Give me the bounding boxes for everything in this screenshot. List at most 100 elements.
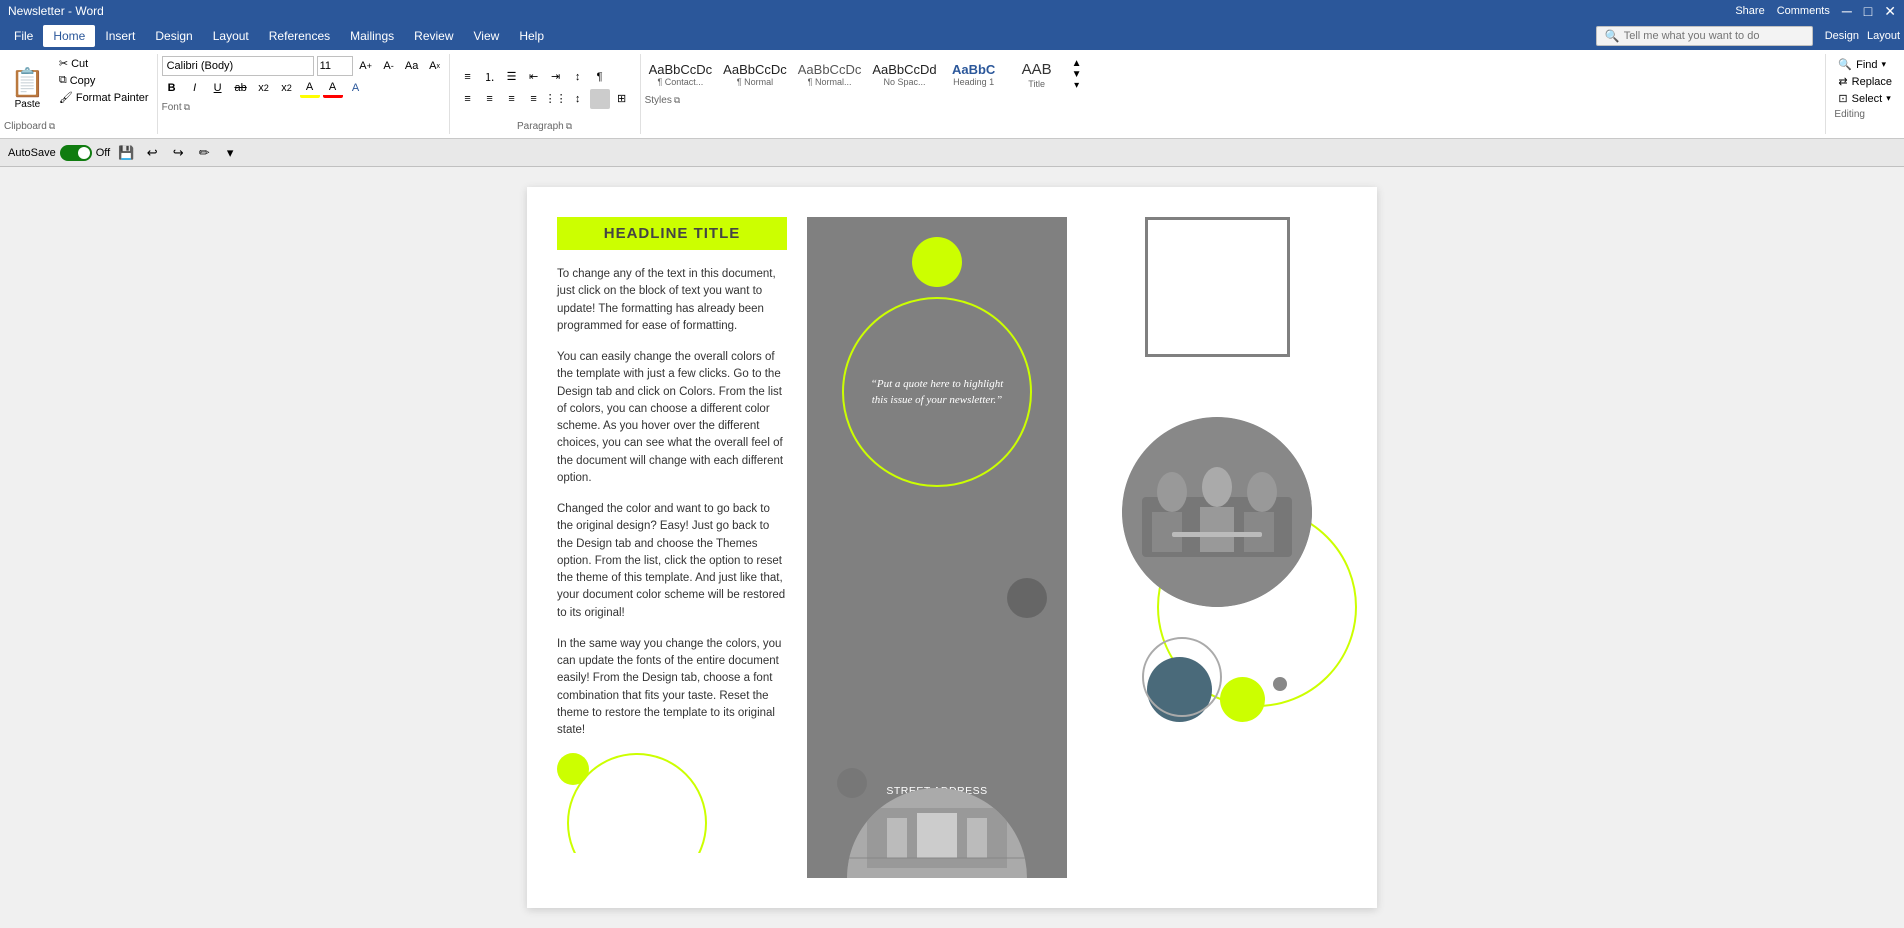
- styles-expand-icon[interactable]: ⧉: [674, 95, 680, 106]
- close-button[interactable]: ✕: [1884, 3, 1896, 20]
- line-spacing-button[interactable]: ↕: [568, 89, 588, 109]
- align-right-button[interactable]: ≡: [502, 89, 522, 109]
- styles-group: AaBbCcDc ¶ Contact... AaBbCcDc ¶ Normal …: [641, 54, 1827, 134]
- align-center-button[interactable]: ≡: [480, 89, 500, 109]
- autosave-container: AutoSave Off: [8, 145, 110, 161]
- superscript-button[interactable]: x2: [277, 78, 297, 98]
- redo-button[interactable]: ↪: [168, 143, 188, 163]
- font-name-input[interactable]: [162, 56, 314, 76]
- undo-button[interactable]: ↩: [142, 143, 162, 163]
- mid-arch-photo: [847, 788, 1027, 878]
- style-no-space[interactable]: AaBbCcDd No Spac...: [868, 60, 940, 90]
- search-bar[interactable]: 🔍: [1596, 26, 1813, 46]
- headline-box[interactable]: HEADLINE TITLE: [557, 217, 787, 250]
- columns-button[interactable]: ⋮⋮: [546, 89, 566, 109]
- font-grow-button[interactable]: A+: [356, 56, 376, 76]
- text-highlight-button[interactable]: A: [300, 78, 320, 98]
- decrease-indent-button[interactable]: ⇤: [524, 67, 544, 87]
- menu-layout[interactable]: Layout: [203, 25, 259, 47]
- more-commands-button[interactable]: ▾: [220, 143, 240, 163]
- menu-design[interactable]: Design: [145, 25, 202, 47]
- copy-button[interactable]: ⧉ Copy: [55, 73, 153, 88]
- select-dropdown-icon[interactable]: ▾: [1886, 93, 1891, 104]
- cut-button[interactable]: ✂ Cut: [55, 56, 153, 71]
- find-dropdown-icon[interactable]: ▾: [1882, 59, 1887, 70]
- font-shrink-button[interactable]: A-: [379, 56, 399, 76]
- placeholder-image-box[interactable]: [1145, 217, 1290, 357]
- menu-file[interactable]: File: [4, 25, 43, 47]
- styles-scroll[interactable]: ▲ ▼ ▾: [1070, 56, 1084, 93]
- scroll-up-icon[interactable]: ▲: [1072, 58, 1082, 69]
- body-paragraph-4[interactable]: In the same way you change the colors, y…: [557, 636, 787, 740]
- paragraph-expand-icon[interactable]: ⧉: [566, 121, 572, 132]
- align-buttons: ≡ ≡ ≡ ≡ ⋮⋮ ↕ ⊞: [458, 89, 632, 109]
- font-expand-icon[interactable]: ⧉: [184, 102, 190, 113]
- style-contact[interactable]: AaBbCcDc ¶ Contact...: [645, 60, 717, 90]
- strikethrough-button[interactable]: ab: [231, 78, 251, 98]
- minimize-button[interactable]: ─: [1842, 3, 1852, 19]
- menu-bar: File Home Insert Design Layout Reference…: [0, 22, 1904, 50]
- show-formatting-button[interactable]: ¶: [590, 67, 610, 87]
- multilevel-list-button[interactable]: ☰: [502, 67, 522, 87]
- underline-button[interactable]: U: [208, 78, 228, 98]
- scroll-down-icon[interactable]: ▼: [1072, 69, 1082, 80]
- bold-button[interactable]: B: [162, 78, 182, 98]
- find-label: Find: [1856, 59, 1877, 71]
- style-normal[interactable]: AaBbCcDc ¶ Normal: [719, 60, 791, 90]
- maximize-button[interactable]: □: [1864, 3, 1872, 19]
- style-preview-contact: AaBbCcDc: [649, 62, 713, 78]
- replace-button[interactable]: ⇄ Replace: [1834, 73, 1896, 90]
- body-paragraph-1[interactable]: To change any of the text in this docume…: [557, 266, 787, 335]
- menu-view[interactable]: View: [464, 25, 510, 47]
- ribbon: 📋 Paste ✂ Cut ⧉ Copy 🖌 Format Painter: [0, 50, 1904, 139]
- increase-indent-button[interactable]: ⇥: [546, 67, 566, 87]
- italic-button[interactable]: I: [185, 78, 205, 98]
- quote-circle[interactable]: “Put a quote here to highlight this issu…: [842, 297, 1032, 487]
- menu-home[interactable]: Home: [43, 25, 95, 47]
- share-button[interactable]: Share: [1735, 5, 1764, 17]
- document: HEADLINE TITLE To change any of the text…: [527, 187, 1377, 908]
- sort-button[interactable]: ↕: [568, 67, 588, 87]
- styles-more-icon[interactable]: ▾: [1074, 80, 1079, 91]
- search-input[interactable]: [1624, 30, 1804, 42]
- menu-help[interactable]: Help: [509, 25, 554, 47]
- font-color-button[interactable]: A: [323, 78, 343, 98]
- headline-title: HEADLINE TITLE: [604, 225, 741, 242]
- paste-button[interactable]: 📋 Paste: [4, 56, 51, 119]
- numbering-button[interactable]: ⒈: [480, 67, 500, 87]
- body-paragraph-3[interactable]: Changed the color and want to go back to…: [557, 501, 787, 622]
- shading-button[interactable]: [590, 89, 610, 109]
- draw-button[interactable]: ✏: [194, 143, 214, 163]
- menu-review[interactable]: Review: [404, 25, 463, 47]
- menu-insert[interactable]: Insert: [95, 25, 145, 47]
- subscript-button[interactable]: x2: [254, 78, 274, 98]
- text-effects-button[interactable]: A: [346, 78, 366, 98]
- style-heading1[interactable]: AaBbC Heading 1: [944, 60, 1004, 90]
- format-painter-button[interactable]: 🖌 Format Painter: [55, 90, 153, 105]
- borders-button[interactable]: ⊞: [612, 89, 632, 109]
- change-case-button[interactable]: Aa: [402, 56, 422, 76]
- menu-mailings[interactable]: Mailings: [340, 25, 404, 47]
- format-painter-icon: 🖌: [59, 91, 73, 104]
- find-button[interactable]: 🔍 Find ▾: [1834, 56, 1896, 73]
- body-paragraph-2[interactable]: You can easily change the overall colors…: [557, 349, 787, 487]
- paste-label: Paste: [15, 99, 41, 110]
- clear-format-button[interactable]: Ax: [425, 56, 445, 76]
- font-row-2: B I U ab x2 x2 A A A: [162, 78, 445, 98]
- font-size-input[interactable]: [317, 56, 353, 76]
- style-normal2[interactable]: AaBbCcDc ¶ Normal...: [794, 60, 866, 90]
- clipboard-expand-icon[interactable]: ⧉: [49, 121, 55, 132]
- select-button[interactable]: ⊡ Select ▾: [1834, 90, 1896, 107]
- search-icon: 🔍: [1605, 29, 1620, 43]
- bullets-button[interactable]: ≡: [458, 67, 478, 87]
- autosave-toggle[interactable]: [60, 145, 92, 161]
- tab-layout-extra[interactable]: Layout: [1867, 30, 1900, 42]
- right-outline-small-circle: [1142, 637, 1222, 717]
- align-left-button[interactable]: ≡: [458, 89, 478, 109]
- tab-design-extra[interactable]: Design: [1825, 30, 1859, 42]
- style-title[interactable]: AAB Title: [1007, 59, 1067, 91]
- save-button[interactable]: 💾: [116, 143, 136, 163]
- menu-references[interactable]: References: [259, 25, 340, 47]
- comments-button[interactable]: Comments: [1777, 5, 1830, 17]
- justify-button[interactable]: ≡: [524, 89, 544, 109]
